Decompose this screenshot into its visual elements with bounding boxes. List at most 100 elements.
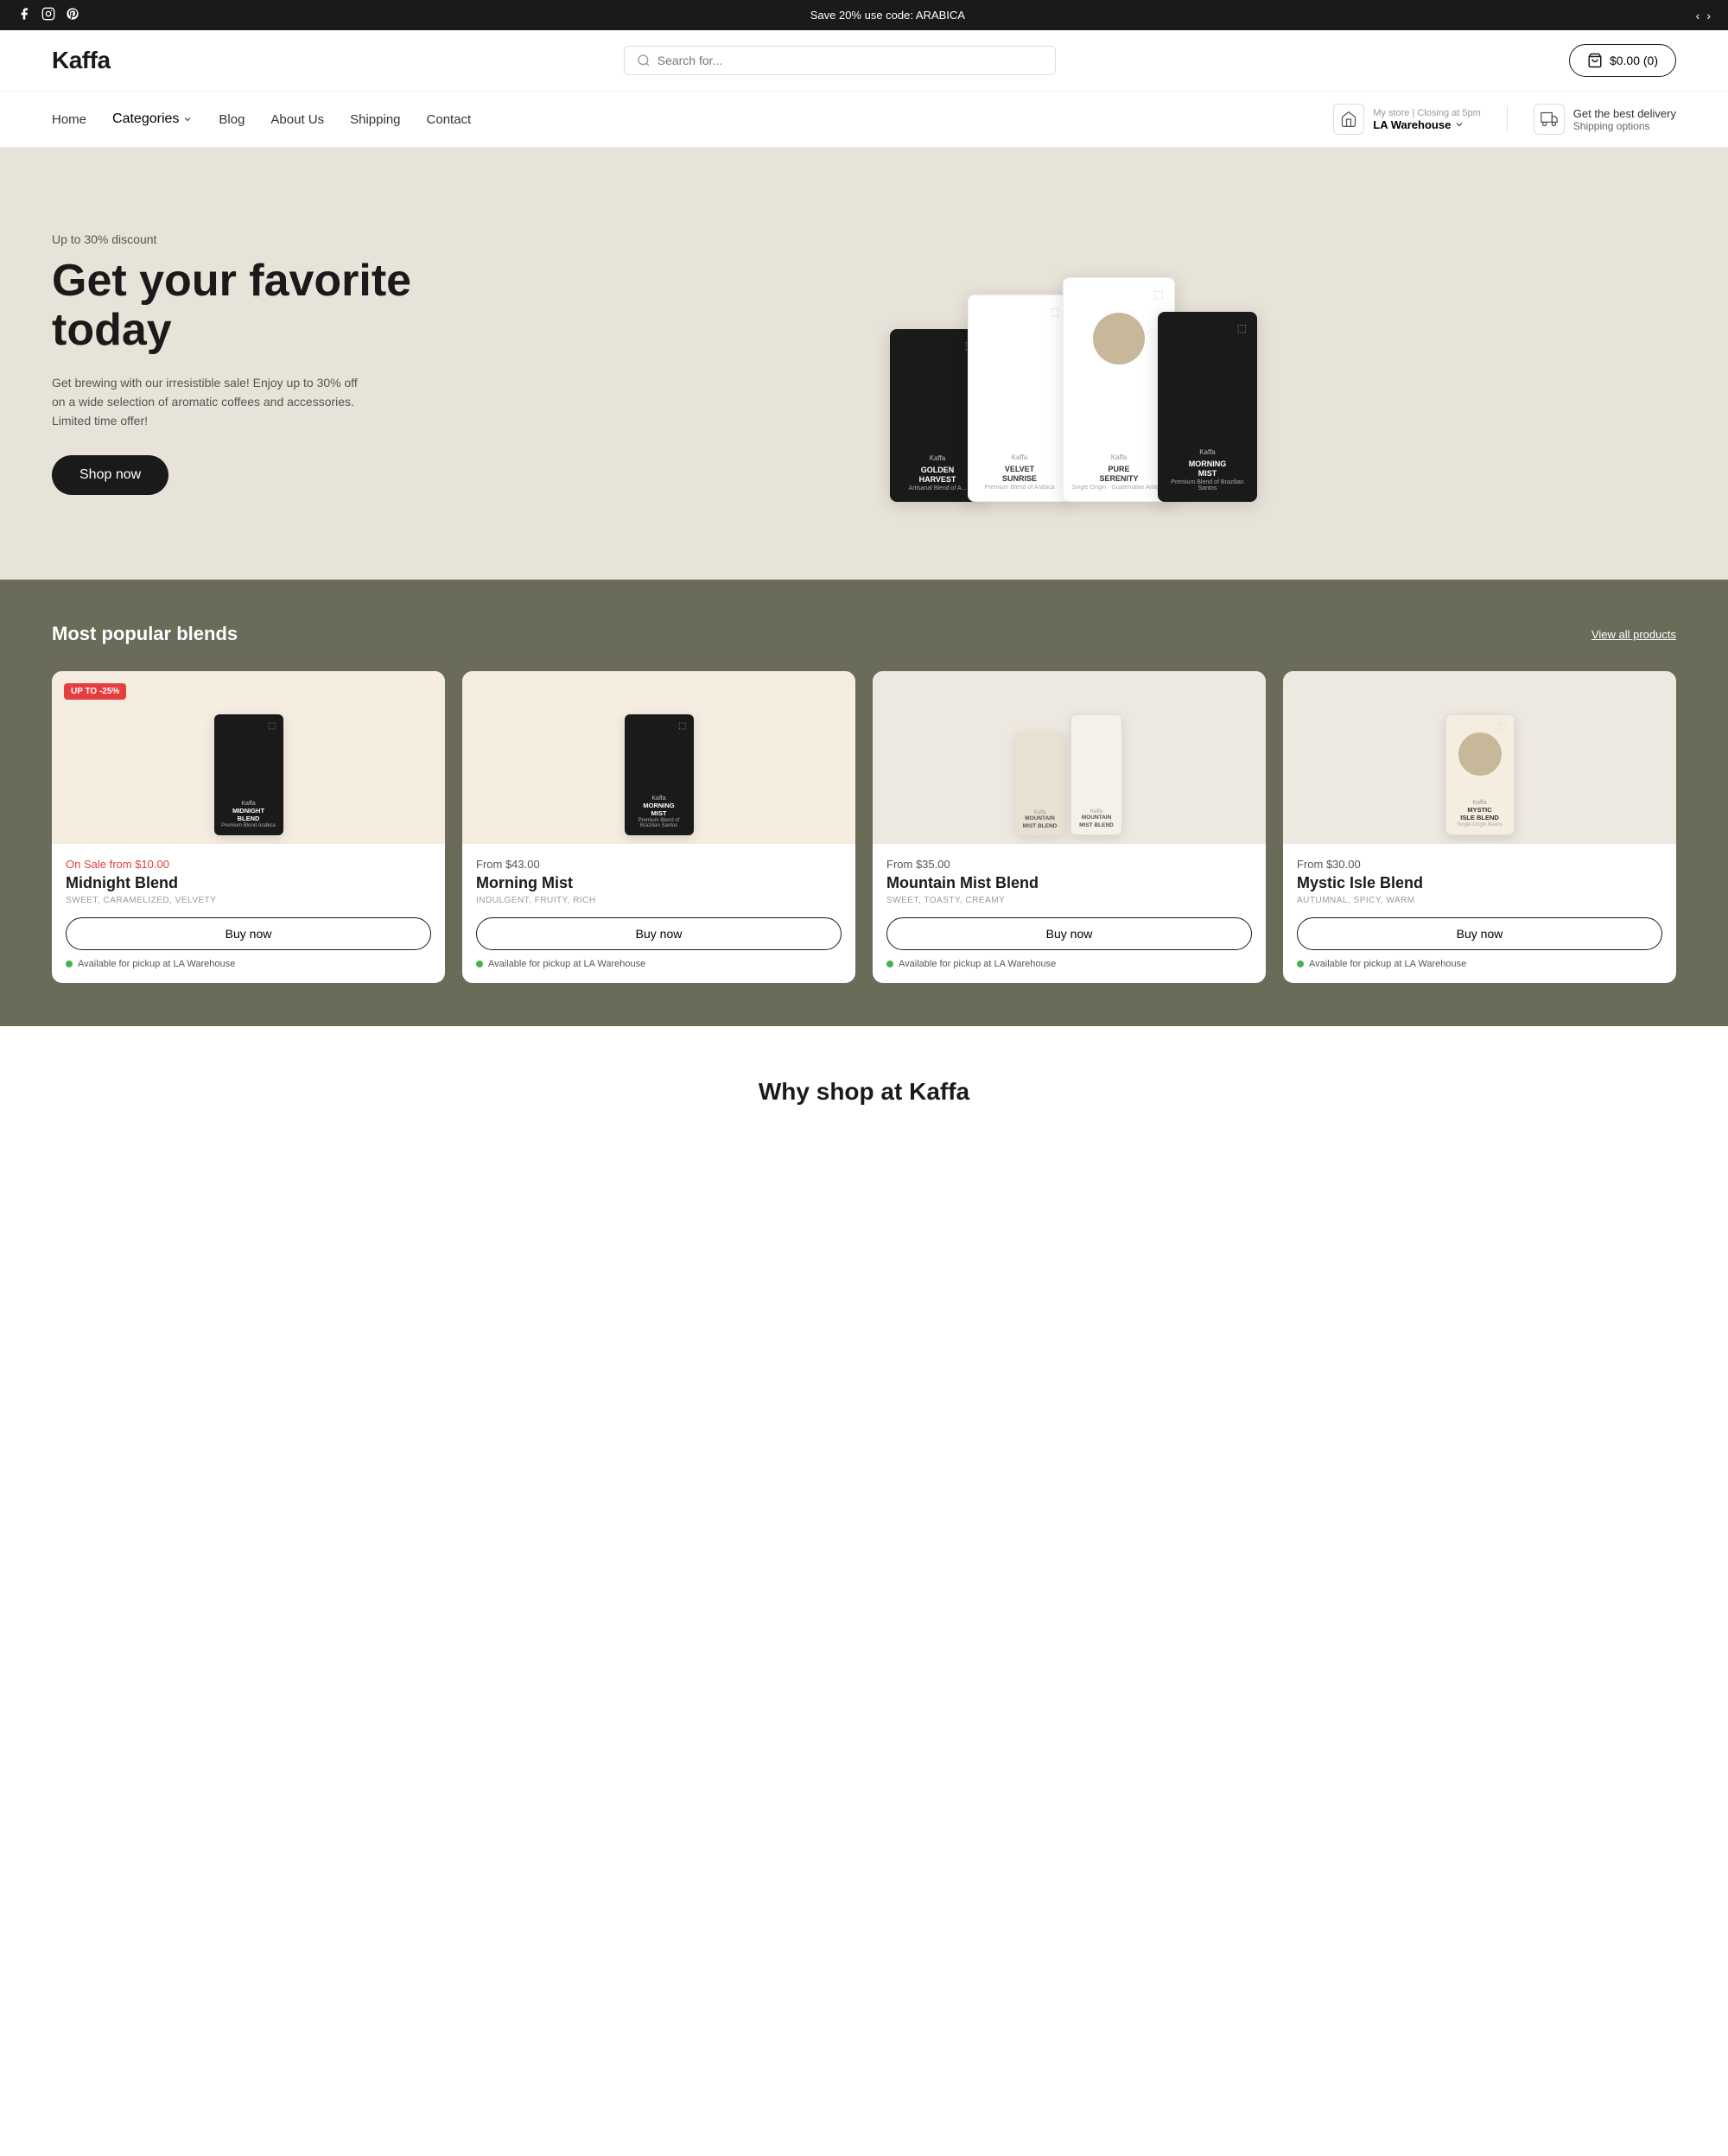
store-icon <box>1333 104 1364 135</box>
view-all-link[interactable]: View all products <box>1591 628 1676 641</box>
cart-button[interactable]: $0.00 (0) <box>1569 44 1676 77</box>
hero-image-area: ⬚ Kaffa GOLDENHARVEST Artisanal Blend of… <box>864 217 1676 510</box>
bag4-sub: Premium Blend of Brazilian Santos <box>1165 479 1250 491</box>
hero-section: Up to 30% discount Get your favorite tod… <box>0 148 1728 580</box>
bag1-label: GOLDENHARVEST <box>919 466 956 485</box>
nav-contact[interactable]: Contact <box>427 112 472 127</box>
search-container[interactable] <box>624 46 1056 75</box>
pickup-dot-4 <box>1297 961 1304 967</box>
search-icon <box>637 54 651 67</box>
hero-title: Get your favorite today <box>52 257 415 355</box>
shop-now-button[interactable]: Shop now <box>52 455 168 495</box>
instagram-icon[interactable] <box>41 7 55 23</box>
mystic-tags: AUTUMNAL, SPICY, WARM <box>1297 896 1662 905</box>
mountain-mist-info: From $35.00 Mountain Mist Blend SWEET, T… <box>873 844 1266 905</box>
announcement-nav: ‹ › <box>1696 9 1711 22</box>
social-icons <box>17 7 79 23</box>
bag3-sub: Single Origin - Guatemalan Antigua <box>1071 485 1166 491</box>
mountain-buy-button[interactable]: Buy now <box>886 917 1252 950</box>
mountain-tags: SWEET, TOASTY, CREAMY <box>886 896 1252 905</box>
bag4-label: MORNINGMIST <box>1189 460 1227 479</box>
morning-name: Morning Mist <box>476 874 842 892</box>
morning-tags: INDULGENT, FRUITY, RICH <box>476 896 842 905</box>
midnight-bag-icon: ⬚ <box>268 721 276 731</box>
cart-total: $0.00 (0) <box>1610 54 1658 67</box>
midnight-price: On Sale from $10.00 <box>66 858 431 871</box>
bag2-label: VELVETSUNRISE <box>1002 465 1037 485</box>
morning-bag-label: MORNINGMIST <box>643 802 674 819</box>
morning-mist-info: From $43.00 Morning Mist INDULGENT, FRUI… <box>462 844 855 905</box>
bag4-brand: Kaffa <box>1199 448 1216 456</box>
nav-divider <box>1507 106 1508 132</box>
hero-bag-2: ⬚ Kaffa VELVETSUNRISE Premium Blend of A… <box>968 295 1071 502</box>
mountain-bag-short: Kaffa MOUNTAINMIST BLEND <box>1070 714 1122 835</box>
bag1-brand: Kaffa <box>930 454 946 462</box>
mystic-bag-label: MYSTICISLE BLEND <box>1460 806 1499 823</box>
bag3-icon: ⬚ <box>1154 289 1164 301</box>
pickup-dot-3 <box>886 961 893 967</box>
product-image-morning: ⬚ Kaffa MORNINGMIST Premium Blend of Bra… <box>462 671 855 844</box>
midnight-pickup: Available for pickup at LA Warehouse <box>52 950 445 969</box>
mystic-accent <box>1458 732 1502 776</box>
announcement-next[interactable]: › <box>1706 9 1711 22</box>
section-title: Most popular blends <box>52 623 238 645</box>
announcement-text: Save 20% use code: ARABICA <box>810 9 965 22</box>
pinterest-icon[interactable] <box>66 7 79 23</box>
product-image-mountain: Kaffa MOUNTAINMIST BLEND Kaffa MOUNTAINM… <box>873 671 1266 844</box>
bag3-brand: Kaffa <box>1111 453 1128 461</box>
delivery-info[interactable]: Get the best delivery Shipping options <box>1534 104 1676 135</box>
nav-shipping[interactable]: Shipping <box>350 112 400 127</box>
nav-blog[interactable]: Blog <box>219 112 245 127</box>
bag1-sub: Artisanal Blend of A... <box>909 485 967 491</box>
site-logo[interactable]: Kaffa <box>52 47 111 74</box>
mountain-price: From $35.00 <box>886 858 1252 871</box>
announcement-prev[interactable]: ‹ <box>1696 9 1700 22</box>
mystic-buy-button[interactable]: Buy now <box>1297 917 1662 950</box>
pickup-dot <box>66 961 73 967</box>
facebook-icon[interactable] <box>17 7 31 23</box>
product-grid: UP TO -25% ⬚ Kaffa MIDNIGHTBLEND Premium… <box>52 671 1676 983</box>
search-input[interactable] <box>658 54 1043 67</box>
morning-bag-icon: ⬚ <box>678 721 686 731</box>
delivery-sub: Shipping options <box>1573 120 1676 132</box>
section-header: Most popular blends View all products <box>52 623 1676 645</box>
why-title: Why shop at Kaffa <box>52 1078 1676 1106</box>
navigation: Home Categories Blog About Us Shipping C… <box>0 92 1728 148</box>
nav-about[interactable]: About Us <box>270 112 324 127</box>
mystic-bag-brand: Kaffa <box>1472 800 1486 806</box>
mountain-bag-tall: Kaffa MOUNTAINMIST BLEND <box>1016 732 1064 835</box>
sale-badge-midnight: UP TO -25% <box>64 683 126 700</box>
product-image-midnight: UP TO -25% ⬚ Kaffa MIDNIGHTBLEND Premium… <box>52 671 445 844</box>
why-section: Why shop at Kaffa <box>0 1026 1728 1140</box>
announcement-bar: Save 20% use code: ARABICA ‹ › <box>0 0 1728 30</box>
midnight-name: Midnight Blend <box>66 874 431 892</box>
product-card-midnight-blend: UP TO -25% ⬚ Kaffa MIDNIGHTBLEND Premium… <box>52 671 445 983</box>
nav-home[interactable]: Home <box>52 112 86 127</box>
midnight-buy-button[interactable]: Buy now <box>66 917 431 950</box>
bag2-icon: ⬚ <box>1051 306 1060 318</box>
product-card-mystic-isle: ⬚ Kaffa MYSTICISLE BLEND Single Origin B… <box>1283 671 1676 983</box>
delivery-label: Get the best delivery <box>1573 107 1676 120</box>
morning-buy-button[interactable]: Buy now <box>476 917 842 950</box>
midnight-tags: SWEET, CARAMELIZED, VELVETY <box>66 896 431 905</box>
nav-categories[interactable]: Categories <box>112 111 193 127</box>
chevron-down-icon <box>182 114 193 124</box>
mystic-bag-icon: ⬚ <box>1498 722 1506 732</box>
bag4-icon: ⬚ <box>1237 322 1247 334</box>
store-label: My store | Closing at 5pm <box>1373 108 1481 118</box>
bag2-sub: Premium Blend of Arabica <box>985 485 1055 491</box>
morning-bag-brand: Kaffa <box>651 796 665 802</box>
mystic-price: From $30.00 <box>1297 858 1662 871</box>
store-info[interactable]: My store | Closing at 5pm LA Warehouse <box>1333 104 1481 135</box>
morning-mist-bag: ⬚ Kaffa MORNINGMIST Premium Blend of Bra… <box>625 714 694 835</box>
mystic-isle-info: From $30.00 Mystic Isle Blend AUTUMNAL, … <box>1283 844 1676 905</box>
hero-content: Up to 30% discount Get your favorite tod… <box>52 232 415 495</box>
morning-pickup: Available for pickup at LA Warehouse <box>462 950 855 969</box>
delivery-detail: Get the best delivery Shipping options <box>1573 107 1676 132</box>
mountain-dual-bags: Kaffa MOUNTAINMIST BLEND Kaffa MOUNTAINM… <box>1016 714 1122 835</box>
pickup-dot-2 <box>476 961 483 967</box>
midnight-blend-bag: ⬚ Kaffa MIDNIGHTBLEND Premium Blend Arab… <box>214 714 283 835</box>
nav-right: My store | Closing at 5pm LA Warehouse G… <box>1333 104 1676 135</box>
store-detail: My store | Closing at 5pm LA Warehouse <box>1373 108 1481 131</box>
morning-bag-sub: Premium Blend of Brazilian Santos <box>632 818 687 828</box>
